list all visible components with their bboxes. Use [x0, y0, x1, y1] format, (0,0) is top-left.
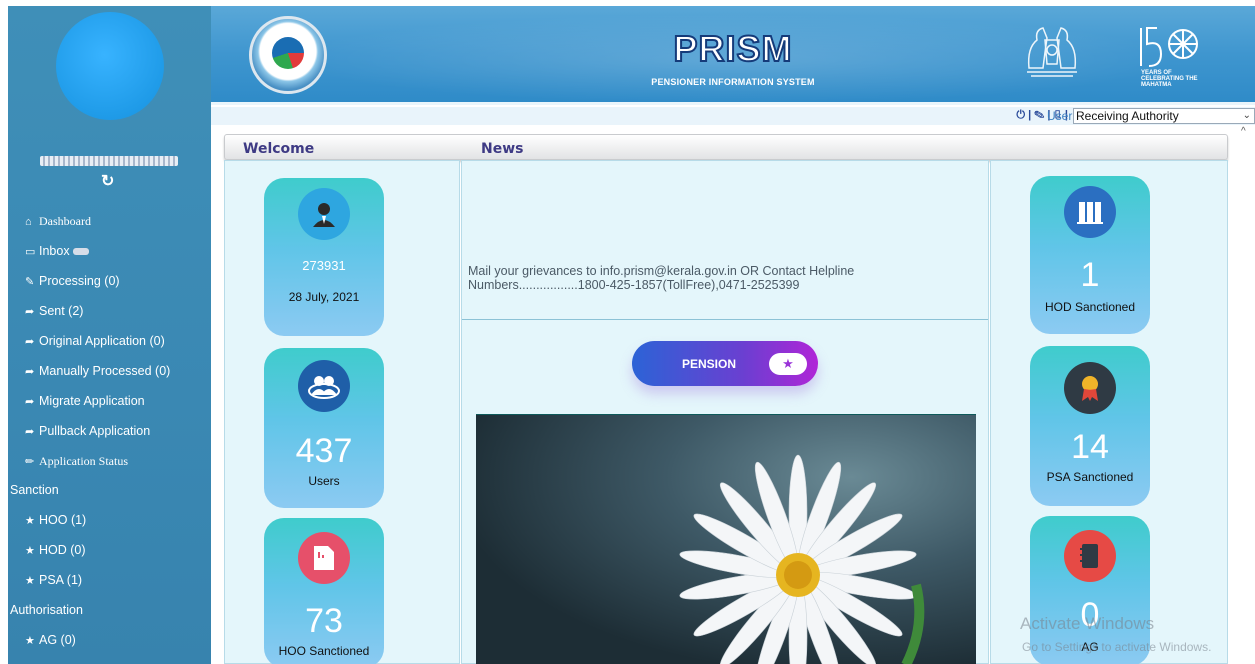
share-icon: ➦	[25, 426, 35, 438]
notebook-icon	[1064, 530, 1116, 582]
inbox-count-blurred	[73, 248, 90, 256]
users-icon	[298, 360, 350, 412]
app-title: PRISM	[672, 27, 793, 70]
sidebar-section-sanction: Sanction	[10, 483, 59, 497]
inbox-icon: ▭	[25, 246, 36, 258]
user-name-blurred	[40, 156, 178, 166]
user-id: 273931	[302, 258, 346, 273]
share-icon: ➦	[25, 306, 35, 318]
tab-news[interactable]: News	[481, 141, 523, 157]
activate-windows-watermark: Activate Windows	[1020, 614, 1155, 633]
sidebar-item-pullback-application[interactable]: ➦ Pullback Application	[25, 424, 211, 438]
sidebar: ↻ ⌂ Dashboard ▭ Inbox ✎ Processing (0) ➦ Sen…	[8, 6, 211, 664]
hod-sanctioned-count: 1	[1080, 256, 1100, 294]
pension-label: PENSION	[682, 357, 737, 371]
chevron-down-icon: ⌄	[1242, 110, 1251, 121]
daisy-image	[476, 414, 976, 664]
power-icon[interactable]: ⏻	[1016, 109, 1025, 121]
sidebar-item-hod[interactable]: ★ HOD (0)	[25, 543, 211, 557]
news-text: Mail your grievances to info.prism@keral…	[468, 264, 855, 292]
share-icon: ➦	[25, 366, 35, 378]
avatar	[56, 12, 164, 120]
star-icon: ★	[25, 635, 35, 647]
sidebar-item-hoo[interactable]: ★ HOO (1)	[25, 513, 211, 527]
activate-windows-subtext: Go to Settings to activate Windows.	[1022, 640, 1212, 654]
card-welcome-user: 273931 28 July, 2021	[264, 178, 384, 336]
card-psa-sanctioned: 14 PSA Sanctioned	[1030, 346, 1150, 506]
edit-icon: ✎	[25, 276, 35, 288]
users-label: Users	[308, 474, 340, 488]
header-banner: PRISM PENSIONER INFORMATION SYSTEM YEARS…	[211, 6, 1255, 105]
sidebar-item-inbox[interactable]: ▭ Inbox	[25, 244, 211, 258]
sidebar-item-migrate-application[interactable]: ➦ Migrate Application	[25, 394, 211, 408]
sidebar-item-dashboard[interactable]: ⌂ Dashboard	[25, 214, 211, 229]
share-icon: ➦	[25, 336, 35, 348]
app-subtitle: PENSIONER INFORMATION SYSTEM	[651, 77, 815, 87]
pencil-icon: ✏	[25, 456, 35, 468]
hoo-sanctioned-label: HOO Sanctioned	[278, 644, 370, 658]
sidebar-item-processing[interactable]: ✎ Processing (0)	[25, 274, 211, 288]
current-date: 28 July, 2021	[288, 290, 360, 304]
share-icon: ➦	[25, 396, 35, 408]
star-icon: ★	[25, 545, 35, 557]
card-users: 437 Users	[264, 348, 384, 508]
document-icon	[298, 532, 350, 584]
user-icon	[298, 188, 350, 240]
years-badge-text: YEARS OF CELEBRATING THE MAHATMA	[1141, 70, 1198, 88]
psa-sanctioned-count: 14	[1071, 428, 1109, 466]
users-count: 437	[295, 432, 353, 470]
user-role-select[interactable]: Receiving Authority ⌄	[1073, 108, 1255, 124]
psa-sanctioned-label: PSA Sanctioned	[1046, 470, 1134, 484]
star-icon: ★	[769, 353, 807, 375]
pencil-icon[interactable]: ✎	[1034, 109, 1044, 121]
star-icon: ★	[25, 575, 35, 587]
kerala-emblem-icon	[1027, 27, 1077, 77]
card-hod-sanctioned: 1 HOD Sanctioned	[1030, 176, 1150, 334]
user-label: User	[1047, 109, 1073, 123]
binders-icon	[1064, 186, 1116, 238]
sidebar-section-authorisation: Authorisation	[10, 603, 83, 617]
hoo-sanctioned-count: 73	[305, 602, 343, 640]
sidebar-item-ag[interactable]: ★ AG (0)	[25, 633, 211, 647]
tab-bar	[224, 134, 1228, 160]
home-icon: ⌂	[25, 216, 32, 228]
pension-button[interactable]: PENSION ★	[632, 341, 818, 386]
sidebar-item-application-status[interactable]: ✏ Application Status	[25, 454, 211, 469]
award-icon	[1064, 362, 1116, 414]
scroll-up-arrow-icon[interactable]: ^	[1241, 126, 1246, 137]
card-hoo-sanctioned: 73 HOO Sanctioned	[264, 518, 384, 664]
tab-welcome[interactable]: Welcome	[243, 141, 314, 157]
sidebar-item-manually-processed[interactable]: ➦ Manually Processed (0)	[25, 364, 211, 378]
news-box	[462, 161, 988, 320]
refresh-icon[interactable]: ↻	[101, 171, 114, 191]
sidebar-item-sent[interactable]: ➦ Sent (2)	[25, 304, 211, 318]
sidebar-item-original-application[interactable]: ➦ Original Application (0)	[25, 334, 211, 348]
star-icon: ★	[25, 515, 35, 527]
sidebar-item-psa[interactable]: ★ PSA (1)	[25, 573, 211, 587]
hod-sanctioned-label: HOD Sanctioned	[1044, 300, 1136, 314]
